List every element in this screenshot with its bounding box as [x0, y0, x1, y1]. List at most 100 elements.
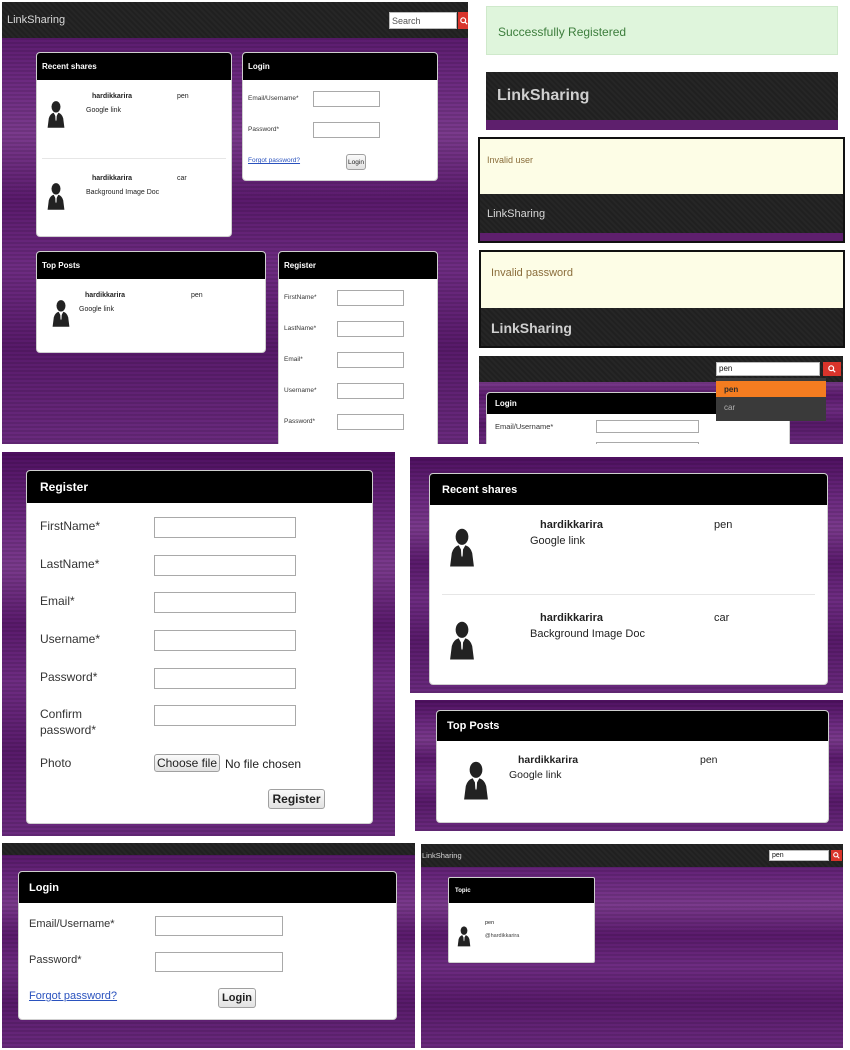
- firstname-label: FirstName*: [284, 294, 317, 301]
- search-input[interactable]: pen: [769, 850, 829, 861]
- item-divider: [42, 158, 226, 159]
- choose-file-button[interactable]: Choose file: [154, 754, 220, 772]
- share-resource[interactable]: Google link: [86, 107, 121, 114]
- file-status: No file chosen: [225, 757, 302, 771]
- top-posts-card: Top Posts hardikkarira pen Google link: [36, 251, 266, 353]
- email-label: Email/Username*: [248, 95, 299, 102]
- share-resource[interactable]: Background Image Doc: [530, 628, 645, 640]
- share-username[interactable]: hardikkarira: [540, 612, 603, 624]
- post-topic[interactable]: pen: [191, 292, 203, 299]
- password-label: Password*: [284, 418, 316, 425]
- password-label: Password*: [40, 670, 98, 684]
- password-field[interactable]: [154, 668, 296, 689]
- post-resource[interactable]: Google link: [79, 306, 114, 313]
- post-username[interactable]: hardikkarira: [85, 292, 125, 299]
- password-field[interactable]: [313, 122, 380, 138]
- search-button[interactable]: [458, 12, 468, 29]
- navbar-snippet: LinkSharing: [486, 72, 838, 130]
- search-input[interactable]: pen: [716, 362, 820, 376]
- share-topic[interactable]: car: [177, 175, 187, 182]
- navbar: [2, 843, 415, 855]
- register-card: Register FirstName* LastName* Email* Use…: [26, 470, 373, 824]
- email-field[interactable]: [155, 916, 283, 936]
- password-field[interactable]: [596, 442, 699, 444]
- card-title: Top Posts: [437, 711, 828, 741]
- lastname-field[interactable]: [154, 555, 296, 576]
- lastname-label: LastName*: [40, 557, 100, 571]
- lastname-field[interactable]: [337, 321, 404, 337]
- search-button[interactable]: [823, 362, 841, 376]
- search-autocomplete-screenshot: pen Login Email/Username* pen car: [479, 356, 843, 444]
- post-topic[interactable]: pen: [700, 754, 718, 766]
- register-button[interactable]: Register: [268, 789, 325, 809]
- suggestion-item[interactable]: car: [724, 403, 735, 412]
- email-label: Email/Username*: [495, 422, 554, 431]
- password-label: Password*: [248, 126, 280, 133]
- password-field[interactable]: [337, 414, 404, 430]
- item-divider: [442, 594, 815, 595]
- share-username[interactable]: hardikkarira: [92, 93, 132, 100]
- warning-alert: Invalid password: [481, 252, 843, 308]
- post-username[interactable]: hardikkarira: [518, 754, 578, 766]
- login-screenshot: Login Email/Username* Password* Forgot p…: [2, 843, 415, 1048]
- share-resource[interactable]: Google link: [530, 535, 585, 547]
- topic-owner[interactable]: @hardikkarira: [485, 933, 519, 939]
- email-field[interactable]: [337, 352, 404, 368]
- alert-text: Invalid password: [491, 267, 573, 279]
- forgot-password-link[interactable]: Forgot password?: [248, 157, 300, 164]
- login-card: Login Email/Username* Password* Forgot p…: [242, 52, 438, 181]
- register-screenshot: Register FirstName* LastName* Email* Use…: [2, 452, 395, 836]
- post-resource[interactable]: Google link: [509, 769, 562, 781]
- homepage-screenshot: LinkSharing Search Recent shares hardikk…: [2, 2, 468, 444]
- suggestion-item[interactable]: pen: [716, 381, 826, 397]
- login-card: Login Email/Username* Password* Forgot p…: [18, 871, 397, 1020]
- username-field[interactable]: [154, 630, 296, 651]
- brand-logo[interactable]: LinkSharing: [422, 851, 462, 860]
- brand-logo[interactable]: LinkSharing: [491, 320, 572, 336]
- login-button[interactable]: Login: [218, 988, 256, 1008]
- search-suggestions: pen car: [716, 378, 826, 421]
- photo-label: Photo: [40, 756, 72, 770]
- register-card: Register FirstName* LastName* Email* Use…: [278, 251, 438, 444]
- card-title: Login: [19, 872, 396, 903]
- user-avatar-icon: [44, 95, 68, 133]
- share-username[interactable]: hardikkarira: [540, 519, 603, 531]
- user-avatar-icon: [455, 923, 473, 949]
- user-avatar-icon: [445, 521, 479, 573]
- topic-card: Topic pen @hardikkarira: [448, 877, 595, 963]
- user-avatar-icon: [445, 614, 479, 666]
- share-username[interactable]: hardikkarira: [92, 175, 132, 182]
- card-title: Recent shares: [37, 53, 231, 80]
- topic-name[interactable]: pen: [485, 920, 494, 926]
- email-field[interactable]: [313, 91, 380, 107]
- username-label: Username*: [40, 632, 101, 646]
- username-field[interactable]: [337, 383, 404, 399]
- firstname-field[interactable]: [337, 290, 404, 306]
- email-field[interactable]: [154, 592, 296, 613]
- user-avatar-icon: [459, 756, 493, 804]
- topic-screenshot: LinkSharing pen Topic pen @hardikkarira: [421, 844, 843, 1048]
- brand-logo[interactable]: LinkSharing: [487, 208, 545, 220]
- brand-logo[interactable]: LinkSharing: [7, 14, 65, 26]
- firstname-field[interactable]: [154, 517, 296, 538]
- brand-logo[interactable]: LinkSharing: [497, 87, 589, 105]
- confirm-password-field[interactable]: [154, 705, 296, 726]
- recent-shares-card: Recent shares ​ hardikkarira pen Google …: [429, 473, 828, 685]
- login-button[interactable]: Login: [346, 154, 366, 170]
- share-topic[interactable]: pen: [177, 93, 189, 100]
- username-label: Username*: [284, 387, 317, 394]
- share-resource[interactable]: Background Image Doc: [86, 189, 159, 196]
- email-field[interactable]: [596, 420, 699, 433]
- card-title: Recent shares: [430, 474, 827, 505]
- recent-shares-screenshot: Recent shares ​ hardikkarira pen Google …: [410, 457, 843, 693]
- share-topic[interactable]: car: [714, 612, 729, 624]
- search-button[interactable]: [831, 850, 842, 861]
- password-label: Password*: [29, 954, 82, 966]
- user-avatar-icon: [49, 294, 73, 332]
- search-input[interactable]: Search: [389, 12, 457, 29]
- email-label: Email/Username*: [29, 918, 115, 930]
- password-field[interactable]: [155, 952, 283, 972]
- card-title: Topic: [449, 878, 594, 903]
- share-topic[interactable]: pen: [714, 519, 732, 531]
- forgot-password-link[interactable]: Forgot password?: [29, 990, 117, 1002]
